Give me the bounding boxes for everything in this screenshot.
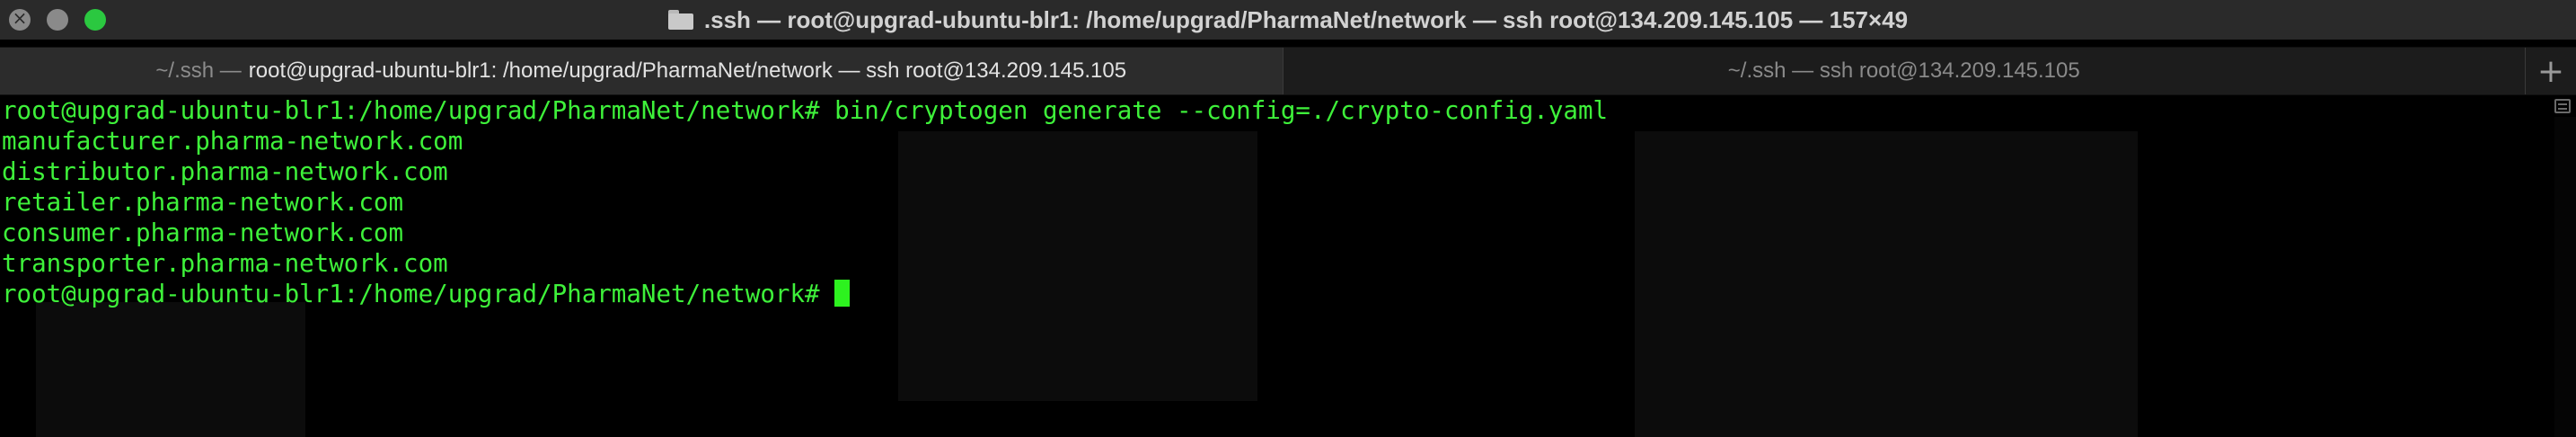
text-cursor bbox=[834, 280, 851, 307]
window-title: .ssh — root@upgrad-ubuntu-blr1: /home/up… bbox=[703, 5, 1909, 33]
new-tab-button[interactable]: + bbox=[2525, 48, 2576, 94]
terminal-line: consumer.pharma-network.com bbox=[2, 218, 404, 247]
tab-path-prefix: ~/.ssh — bbox=[155, 58, 242, 83]
terminal-line: manufacturer.pharma-network.com bbox=[2, 127, 463, 156]
terminal-line: retailer.pharma-network.com bbox=[2, 188, 404, 217]
tab-label: ~/.ssh — ssh root@134.209.145.105 bbox=[1727, 58, 2080, 83]
window-title-group: .ssh — root@upgrad-ubuntu-blr1: /home/up… bbox=[667, 5, 1909, 34]
terminal-line: root@upgrad-ubuntu-blr1:/home/upgrad/Pha… bbox=[2, 96, 1609, 125]
terminal-line: transporter.pharma-network.com bbox=[2, 249, 448, 278]
maximize-window-button[interactable] bbox=[84, 9, 106, 31]
window-controls bbox=[9, 7, 106, 31]
terminal-scrollbar[interactable] bbox=[2554, 117, 2576, 437]
background-ghost bbox=[36, 302, 305, 437]
folder-icon bbox=[667, 10, 693, 30]
terminal-output[interactable]: root@upgrad-ubuntu-blr1:/home/upgrad/Pha… bbox=[0, 95, 2551, 437]
background-ghost bbox=[1635, 131, 2138, 437]
marks-menu-icon[interactable] bbox=[2554, 99, 2571, 113]
title-bar: .ssh — root@upgrad-ubuntu-blr1: /home/up… bbox=[0, 0, 2576, 40]
close-window-button[interactable] bbox=[9, 7, 31, 31]
tab-label: root@upgrad-ubuntu-blr1: /home/upgrad/Ph… bbox=[248, 58, 1127, 83]
tab-ssh-session[interactable]: ~/.ssh — ssh root@134.209.145.105 bbox=[1282, 48, 2526, 94]
tab-active-ssh-network[interactable]: ~/.ssh — root@upgrad-ubuntu-blr1: /home/… bbox=[0, 48, 1283, 94]
terminal-prompt: root@upgrad-ubuntu-blr1:/home/upgrad/Pha… bbox=[2, 280, 835, 308]
terminal-line: distributor.pharma-network.com bbox=[2, 157, 448, 186]
minimize-window-button[interactable] bbox=[47, 9, 68, 31]
tab-bar: ~/.ssh — root@upgrad-ubuntu-blr1: /home/… bbox=[0, 47, 2576, 95]
terminal-prompt-line: root@upgrad-ubuntu-blr1:/home/upgrad/Pha… bbox=[2, 279, 851, 309]
background-ghost bbox=[898, 131, 1257, 401]
terminal-window: .ssh — root@upgrad-ubuntu-blr1: /home/up… bbox=[0, 0, 2576, 437]
